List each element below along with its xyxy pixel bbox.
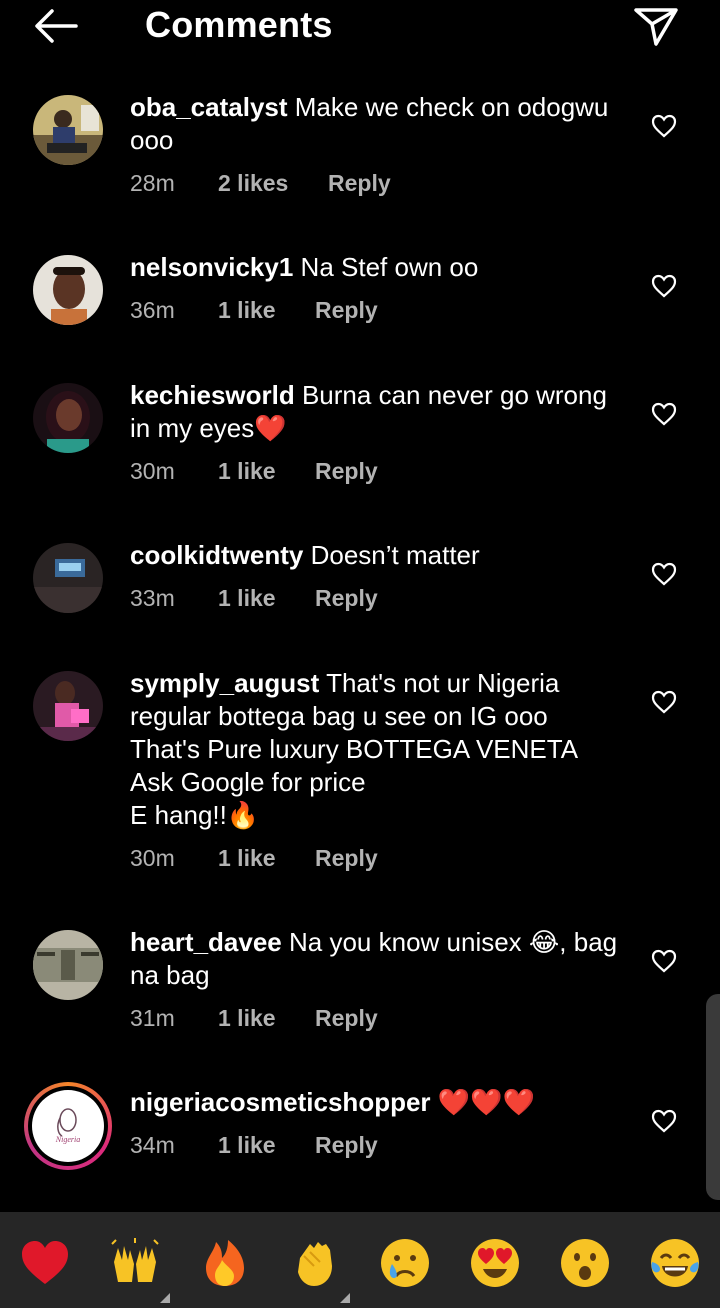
avatar[interactable] xyxy=(33,930,103,1000)
skin-tone-indicator-icon xyxy=(160,1290,170,1303)
like-heart-icon[interactable] xyxy=(651,690,677,714)
comment-likes[interactable]: 1 like xyxy=(218,1005,315,1032)
emoji-bar xyxy=(0,1212,720,1308)
comment-likes[interactable]: 1 like xyxy=(218,845,315,872)
comment-likes[interactable]: 1 like xyxy=(218,458,315,485)
comment-likes[interactable]: 2 likes xyxy=(218,170,328,197)
page-title: Comments xyxy=(145,4,333,45)
scroll-handle[interactable] xyxy=(706,994,720,1200)
comment-time: 31m xyxy=(130,1005,175,1031)
tears-of-joy-emoji-icon[interactable] xyxy=(648,1236,702,1290)
comment-meta: 30m 1 like Reply xyxy=(130,845,378,872)
comment-time: 33m xyxy=(130,585,175,611)
like-heart-icon[interactable] xyxy=(651,1109,677,1133)
comment-body: kechiesworld Burna can never go wrong in… xyxy=(130,379,630,445)
crying-face-emoji-icon[interactable] xyxy=(378,1236,432,1290)
comment-username[interactable]: oba_catalyst xyxy=(130,92,288,122)
reply-button[interactable]: Reply xyxy=(315,1005,378,1032)
raising-hands-emoji-icon[interactable] xyxy=(108,1236,162,1290)
reply-button[interactable]: Reply xyxy=(315,297,378,324)
svg-text:Nigeria: Nigeria xyxy=(55,1135,80,1144)
comment-meta: 31m 1 like Reply xyxy=(130,1005,378,1032)
avatar[interactable] xyxy=(33,255,103,325)
skin-tone-indicator-icon xyxy=(340,1290,350,1303)
clapping-hands-emoji-icon[interactable] xyxy=(288,1236,342,1290)
comment-body: symply_august That's not ur Nigeria regu… xyxy=(130,667,630,832)
comment-text-line: That's Pure luxury BOTTEGA VENETA xyxy=(130,734,579,764)
story-ring-avatar[interactable]: Nigeria xyxy=(24,1082,112,1170)
reply-button[interactable]: Reply xyxy=(315,585,378,612)
comment-username[interactable]: kechiesworld xyxy=(130,380,295,410)
send-icon[interactable] xyxy=(632,4,680,48)
avatar[interactable] xyxy=(33,383,103,453)
comment-meta: 34m 1 like Reply xyxy=(130,1132,378,1159)
comment-time: 34m xyxy=(130,1132,175,1158)
comment-meta: 33m 1 like Reply xyxy=(130,585,378,612)
comment-text-line: E hang!!🔥 xyxy=(130,800,260,830)
reply-button[interactable]: Reply xyxy=(315,458,378,485)
comment-likes[interactable]: 1 like xyxy=(218,585,315,612)
comment-body: heart_davee Na you know unisex 😂, bag na… xyxy=(130,926,630,992)
comment-time: 28m xyxy=(130,170,175,196)
red-heart-emoji-icon[interactable] xyxy=(18,1236,72,1290)
comment-username[interactable]: nigeriacosmeticshopper xyxy=(130,1087,431,1117)
back-arrow-icon[interactable] xyxy=(32,6,80,46)
comment-meta: 28m 2 likes Reply xyxy=(130,170,391,197)
like-heart-icon[interactable] xyxy=(651,114,677,138)
like-heart-icon[interactable] xyxy=(651,274,677,298)
comment-likes[interactable]: 1 like xyxy=(218,1132,315,1159)
avatar[interactable] xyxy=(33,95,103,165)
reply-button[interactable]: Reply xyxy=(315,1132,378,1159)
comment-text: Doesn’t matter xyxy=(310,540,480,570)
comment-meta: 36m 1 like Reply xyxy=(130,297,378,324)
reply-button[interactable]: Reply xyxy=(315,845,378,872)
comment-text: Na Stef own oo xyxy=(300,252,479,282)
comment-time: 30m xyxy=(130,845,175,871)
avatar[interactable] xyxy=(33,543,103,613)
reply-button[interactable]: Reply xyxy=(328,170,391,197)
comment-username[interactable]: heart_davee xyxy=(130,927,282,957)
comment-text-line: Ask Google for price xyxy=(130,767,366,797)
fire-emoji-icon[interactable] xyxy=(198,1236,252,1290)
comment-time: 30m xyxy=(130,458,175,484)
top-bar: Comments xyxy=(0,0,720,56)
comment-time: 36m xyxy=(130,297,175,323)
comment-body: oba_catalyst Make we check on odogwu ooo xyxy=(130,91,630,157)
avatar[interactable] xyxy=(33,671,103,741)
comment-username[interactable]: symply_august xyxy=(130,668,319,698)
comment-body: nelsonvicky1 Na Stef own oo xyxy=(130,251,630,284)
like-heart-icon[interactable] xyxy=(651,562,677,586)
heart-eyes-emoji-icon[interactable] xyxy=(468,1236,522,1290)
like-heart-icon[interactable] xyxy=(651,949,677,973)
comment-username[interactable]: nelsonvicky1 xyxy=(130,252,293,282)
surprised-face-emoji-icon[interactable] xyxy=(558,1236,612,1290)
comment-body: coolkidtwenty Doesn’t matter xyxy=(130,539,630,572)
comment-likes[interactable]: 1 like xyxy=(218,297,315,324)
comment-username[interactable]: coolkidtwenty xyxy=(130,540,303,570)
like-heart-icon[interactable] xyxy=(651,402,677,426)
comment-text: ❤️❤️❤️ xyxy=(437,1087,535,1117)
comment-meta: 30m 1 like Reply xyxy=(130,458,378,485)
comment-body: nigeriacosmeticshopper ❤️❤️❤️ xyxy=(130,1086,630,1119)
